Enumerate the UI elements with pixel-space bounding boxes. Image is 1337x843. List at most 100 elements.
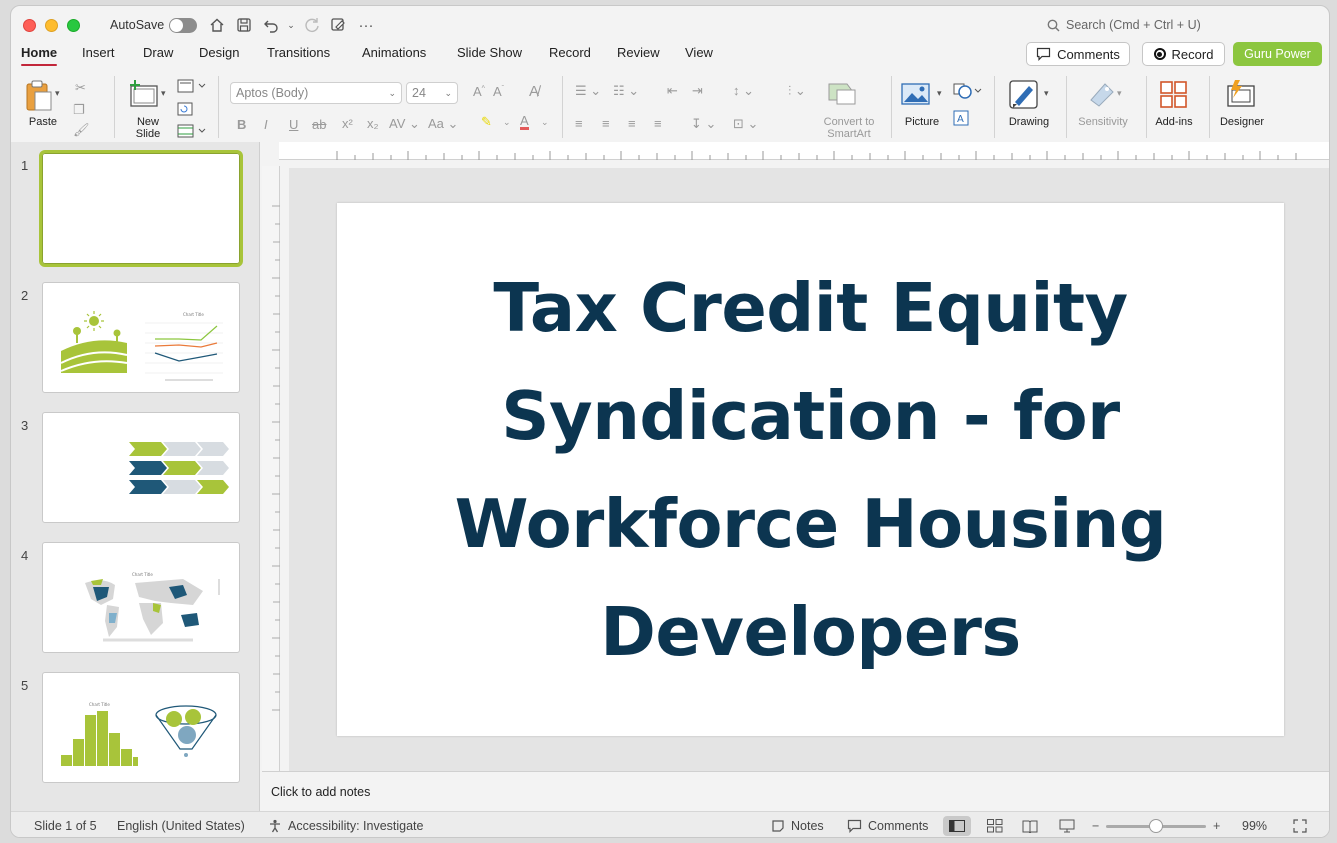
more-options-icon[interactable]: ··· (357, 16, 375, 34)
fit-to-window-icon[interactable] (1293, 819, 1307, 836)
comments-toggle[interactable]: Comments (847, 819, 928, 833)
align-right-icon[interactable]: ≡ (628, 116, 636, 131)
slide-thumbnail-1[interactable] (39, 150, 243, 267)
font-size-select[interactable]: 24 ⌄ (406, 82, 458, 104)
drawing-dropdown-icon[interactable]: ▾ (1044, 88, 1049, 99)
picture-dropdown-icon[interactable]: ▾ (937, 88, 942, 99)
subscript-icon[interactable]: x₂ (367, 116, 379, 131)
slide-title[interactable]: Tax Credit Equity Syndication - for Work… (337, 203, 1284, 736)
zoom-level[interactable]: 99% (1242, 819, 1267, 833)
customize-icon[interactable] (329, 16, 347, 34)
highlight-dropdown-icon[interactable]: ⌄ (503, 117, 511, 128)
bullets-icon[interactable]: ☰ ⌄ (575, 83, 601, 99)
sensitivity-icon[interactable] (1087, 80, 1117, 115)
decrease-font-icon[interactable]: Aˇ (493, 84, 504, 99)
new-slide-icon[interactable] (129, 80, 159, 113)
zoom-out-button[interactable]: − (1092, 819, 1099, 833)
decrease-indent-icon[interactable]: ⇤ (667, 83, 678, 99)
line-spacing-icon[interactable]: ↕ ⌄ (733, 83, 754, 99)
align-center-icon[interactable]: ≡ (602, 116, 610, 131)
char-spacing-icon[interactable]: AV ⌄ (389, 116, 420, 132)
clear-format-icon[interactable]: A̸ (529, 83, 539, 100)
tab-draw[interactable]: Draw (143, 44, 173, 70)
bold-icon[interactable]: B (237, 117, 246, 132)
tab-transitions[interactable]: Transitions (267, 44, 330, 70)
tab-home[interactable]: Home (21, 44, 58, 70)
numbering-icon[interactable]: ☷ ⌄ (613, 83, 639, 99)
thumbnail-number: 3 (21, 418, 29, 433)
cut-icon[interactable]: ✂ (75, 80, 86, 96)
section-icon[interactable] (177, 124, 207, 143)
record-button[interactable]: Record (1142, 42, 1225, 66)
autosave-toggle[interactable] (169, 18, 197, 33)
svg-text:Chart Title: Chart Title (183, 312, 204, 317)
align-left-icon[interactable]: ≡ (575, 116, 583, 131)
slide-sorter-button[interactable] (981, 816, 1009, 836)
slide-thumbnail-4[interactable]: Chart Title (42, 542, 240, 653)
tab-design[interactable]: Design (199, 44, 239, 70)
text-box-icon[interactable]: A (953, 110, 969, 131)
underline-icon[interactable]: U (289, 117, 298, 132)
copy-icon[interactable]: ❐ (73, 102, 85, 118)
zoom-in-button[interactable]: + (1213, 819, 1220, 833)
reading-view-button[interactable] (1016, 816, 1044, 836)
tab-view[interactable]: View (685, 44, 713, 70)
smartart-icon[interactable] (827, 80, 857, 111)
undo-icon[interactable] (262, 16, 280, 34)
change-case-icon[interactable]: Aa ⌄ (428, 116, 458, 132)
redo-icon[interactable] (303, 16, 321, 34)
paste-dropdown-icon[interactable]: ▾ (55, 88, 60, 99)
normal-view-button[interactable] (943, 816, 971, 836)
home-icon[interactable] (208, 16, 226, 34)
undo-dropdown-icon[interactable]: ⌄ (282, 16, 300, 34)
accessibility-status[interactable]: Accessibility: Investigate (268, 819, 423, 833)
font-size-value: 24 (412, 86, 426, 100)
slide-thumbnail-3[interactable] (42, 412, 240, 523)
tab-animations[interactable]: Animations (362, 44, 426, 70)
tab-insert[interactable]: Insert (82, 44, 115, 70)
save-icon[interactable] (235, 16, 253, 34)
notes-toggle[interactable]: Notes (771, 819, 824, 833)
slide-thumbnail-5[interactable]: Chart Title (42, 672, 240, 783)
new-slide-dropdown-icon[interactable]: ▾ (161, 88, 166, 99)
layout-icon[interactable] (177, 79, 207, 98)
font-color-icon[interactable]: A (520, 114, 529, 130)
reset-slide-icon[interactable] (177, 102, 193, 121)
shapes-icon[interactable] (953, 82, 983, 105)
increase-indent-icon[interactable]: ⇥ (692, 83, 703, 99)
designer-icon[interactable] (1225, 78, 1257, 115)
font-color-dropdown-icon[interactable]: ⌄ (541, 117, 549, 128)
slide-show-button[interactable] (1053, 816, 1081, 836)
italic-icon[interactable]: I (264, 117, 268, 132)
maximize-window-button[interactable] (67, 19, 80, 32)
font-name-select[interactable]: Aptos (Body) ⌄ (230, 82, 402, 104)
notes-pane[interactable]: Click to add notes (262, 771, 1329, 811)
text-direction-icon[interactable]: ↧ ⌄ (691, 116, 716, 132)
tab-slide-show[interactable]: Slide Show (457, 44, 522, 70)
drawing-icon[interactable] (1009, 80, 1041, 115)
superscript-icon[interactable]: x² (342, 116, 353, 131)
current-slide[interactable]: Tax Credit Equity Syndication - for Work… (337, 203, 1284, 736)
justify-icon[interactable]: ≡ (654, 116, 662, 131)
paste-icon[interactable] (25, 80, 55, 117)
align-text-icon[interactable]: ⊡ ⌄ (733, 116, 758, 132)
search-box[interactable]: Search (Cmd + Ctrl + U) (1047, 18, 1201, 32)
guru-power-button[interactable]: Guru Power (1233, 42, 1322, 66)
book-icon (1022, 820, 1038, 833)
comments-button[interactable]: Comments (1026, 42, 1130, 66)
zoom-slider-handle[interactable] (1149, 819, 1163, 833)
close-window-button[interactable] (23, 19, 36, 32)
sensitivity-dropdown-icon[interactable]: ▾ (1117, 88, 1122, 99)
tab-record[interactable]: Record (549, 44, 591, 70)
highlight-icon[interactable]: ✎ (481, 114, 492, 130)
language-indicator[interactable]: English (United States) (117, 819, 245, 833)
tab-review[interactable]: Review (617, 44, 660, 70)
strikethrough-icon[interactable]: ab (312, 117, 326, 132)
minimize-window-button[interactable] (45, 19, 58, 32)
increase-font-icon[interactable]: A^ (473, 84, 485, 99)
slide-thumbnail-2[interactable]: Chart Title (42, 282, 240, 393)
format-painter-icon[interactable]: 🖌 (73, 122, 90, 138)
columns-icon[interactable]: ⫶ ⌄ (788, 83, 806, 99)
add-ins-icon[interactable] (1159, 80, 1189, 115)
picture-icon[interactable] (901, 82, 931, 111)
